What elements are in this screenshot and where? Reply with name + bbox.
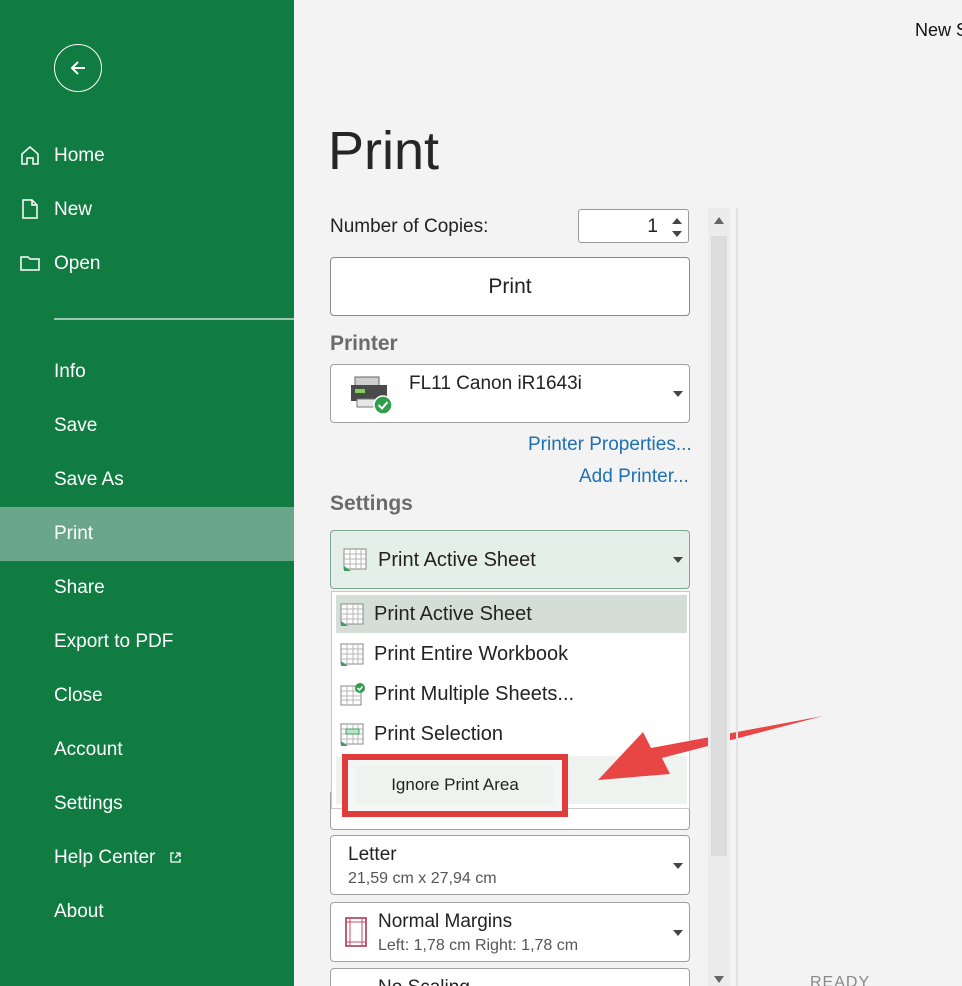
spin-down-icon[interactable] [672,231,682,237]
margins-icon [345,917,367,947]
sheet-icon [340,603,364,626]
copies-stepper[interactable]: 1 [578,209,689,243]
sidebar-item-label: About [54,901,104,922]
scroll-thumb[interactable] [711,236,727,856]
printer-heading: Printer [330,332,398,355]
margins-name: Normal Margins [378,911,513,932]
selection-icon [340,723,364,746]
paper-size-name: Letter [348,844,397,865]
menu-item-print-entire-workbook[interactable]: Print Entire Workbook [336,635,687,673]
paper-size-dropdown[interactable]: Letter 21,59 cm x 27,94 cm [330,835,690,895]
sidebar-item-print[interactable]: Print [0,507,294,561]
sidebar-item-save[interactable]: Save [0,399,294,453]
sidebar-item-label: Settings [54,793,123,814]
chevron-down-icon [673,557,683,563]
sidebar-item-label: Save As [54,469,124,490]
sidebar-item-export-pdf[interactable]: Export to PDF [0,615,294,669]
menu-item-label: Print Multiple Sheets... [374,682,575,705]
sidebar-item-share[interactable]: Share [0,561,294,615]
page-title: Print [328,121,440,181]
backstage-sidebar: Home New Open Info Save Save As Print Sh… [0,0,294,986]
sidebar-item-close[interactable]: Close [0,669,294,723]
margins-dropdown[interactable]: Normal Margins Left: 1,78 cm Right: 1,78… [330,902,690,962]
scaling-dropdown[interactable]: No Scaling [330,968,690,986]
folder-icon [20,256,40,271]
scroll-up-icon[interactable] [714,217,724,224]
settings-scrollbar[interactable] [708,208,730,986]
sidebar-item-save-as[interactable]: Save As [0,453,294,507]
sidebar-item-settings[interactable]: Settings [0,777,294,831]
status-text: READY [810,974,871,986]
spin-up-icon[interactable] [672,218,682,224]
scroll-down-icon[interactable] [714,976,724,983]
external-link-icon [170,852,182,864]
sidebar-item-new[interactable]: New [0,183,294,237]
menu-item-label: Print Selection [374,722,503,745]
multiple-sheets-icon [340,683,365,706]
sidebar-item-label: Home [54,145,105,166]
sidebar-item-about[interactable]: About [0,885,294,939]
sidebar-item-open[interactable]: Open [0,237,294,291]
ignore-print-area-button[interactable]: Ignore Print Area [356,766,554,804]
sidebar-item-home[interactable]: Home [0,129,294,183]
sheet-icon [343,548,367,571]
sidebar-item-label: Account [54,739,123,760]
margins-detail: Left: 1,78 cm Right: 1,78 cm [378,937,579,954]
scaling-name: No Scaling [378,977,470,986]
chevron-down-icon [673,391,683,397]
copies-value[interactable]: 1 [647,216,658,238]
menu-item-label: Print Active Sheet [374,602,532,625]
sidebar-item-account[interactable]: Account [0,723,294,777]
sidebar-item-label: New [54,199,93,220]
paper-size-dimensions: 21,59 cm x 27,94 cm [348,870,497,887]
sidebar-divider [54,318,294,320]
copies-label: Number of Copies: [330,216,489,237]
sidebar-item-info[interactable]: Info [0,345,294,399]
printer-dropdown[interactable]: FL11 Canon iR1643i [330,364,690,423]
chevron-down-icon [673,930,683,936]
annotation-highlight-box: Ignore Print Area [342,754,568,817]
sidebar-item-label: Open [54,253,101,274]
printer-icon [351,376,393,415]
settings-heading: Settings [330,492,413,515]
sidebar-item-label: Help Center [54,847,156,868]
sidebar-item-help-center[interactable]: Help Center [0,831,294,885]
printer-name: FL11 Canon iR1643i [409,373,582,394]
document-title: New S [915,20,962,40]
menu-item-print-multiple-sheets[interactable]: Print Multiple Sheets... [336,675,687,713]
preview-divider [736,208,738,986]
back-button[interactable] [54,44,102,92]
sidebar-item-label: Info [54,361,86,382]
sidebar-item-label: Close [54,685,103,706]
printer-properties-link[interactable]: Printer Properties... [528,434,692,456]
chevron-down-icon [673,863,683,869]
menu-item-print-active-sheet[interactable]: Print Active Sheet [336,595,687,633]
workbook-icon [340,643,364,666]
sidebar-item-label: Print [54,523,94,544]
print-what-selected: Print Active Sheet [378,549,536,571]
print-what-dropdown[interactable]: Print Active Sheet [330,530,690,589]
sidebar-item-label: Export to PDF [54,631,174,652]
new-document-icon [22,199,38,219]
add-printer-link[interactable]: Add Printer... [579,466,689,488]
print-button[interactable]: Print [330,257,690,316]
sidebar-item-label: Share [54,577,105,598]
back-arrow-icon [70,61,85,75]
home-icon [21,146,39,165]
menu-item-label: Print Entire Workbook [374,642,569,665]
sidebar-item-label: Save [54,415,98,436]
